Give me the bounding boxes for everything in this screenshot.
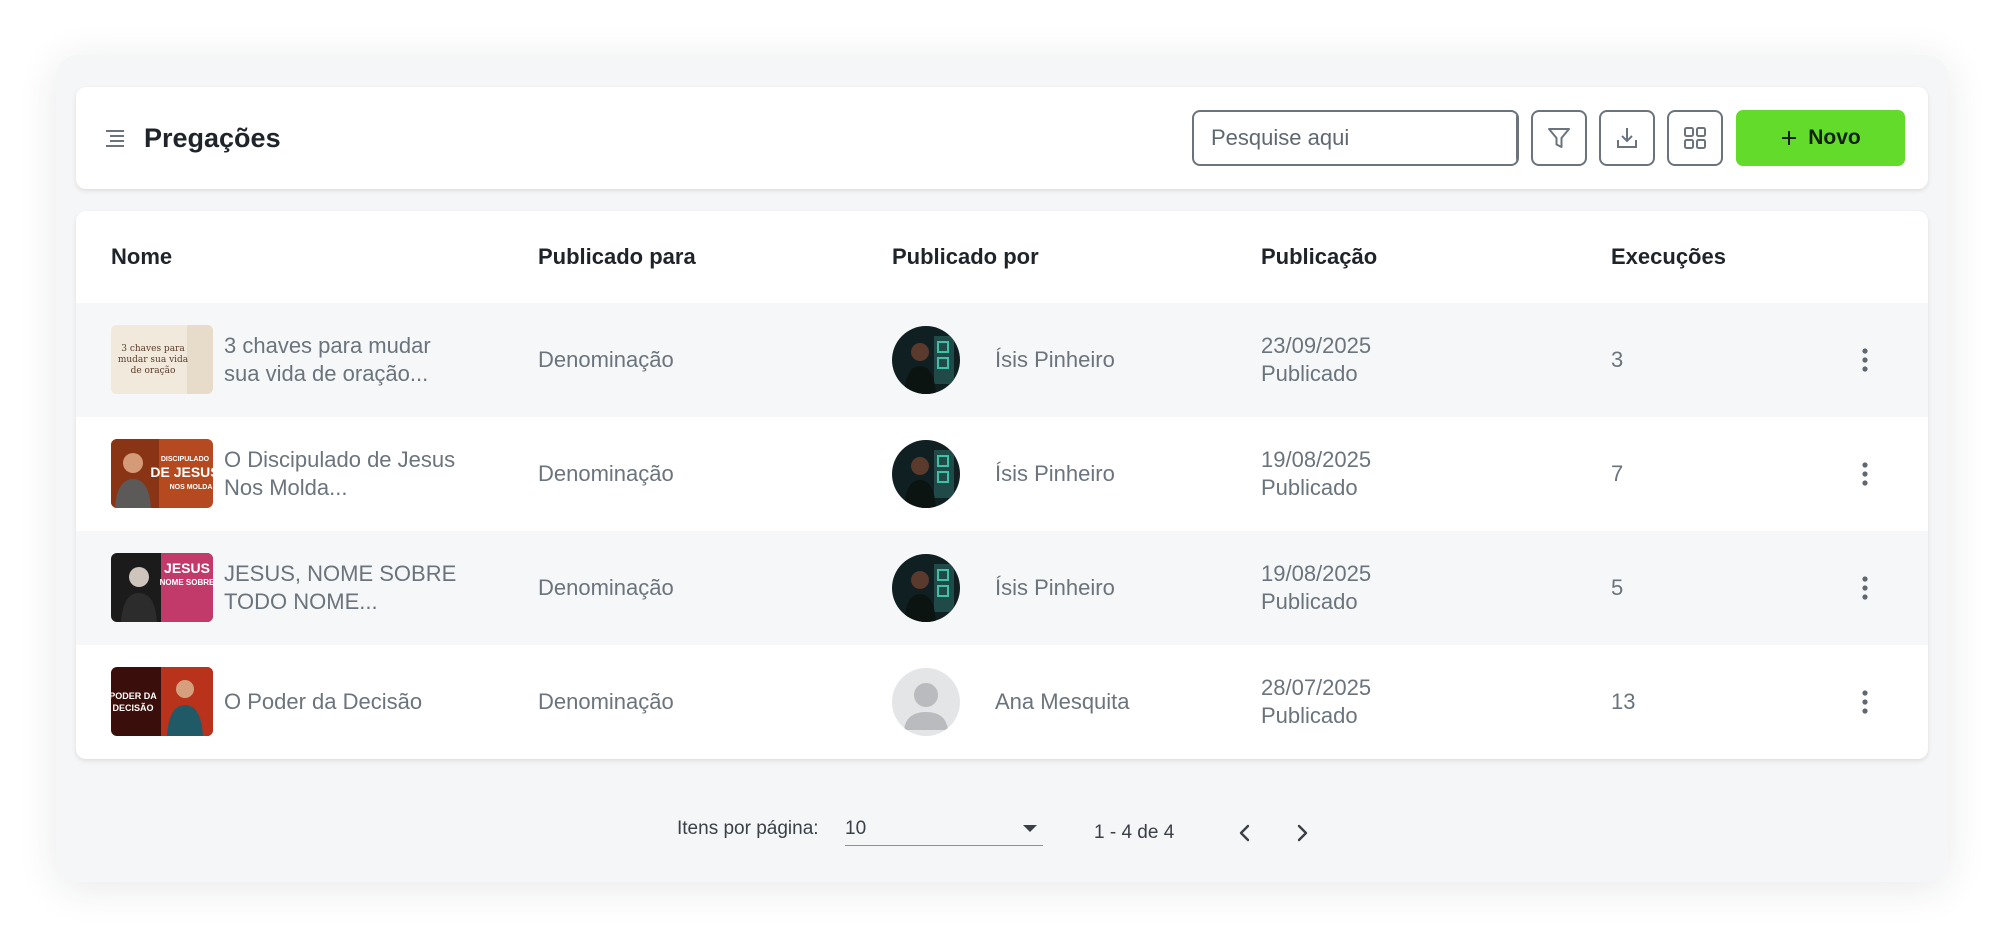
sermon-thumbnail: DISCIPULADO DE JESUS NOS MOLDA — [111, 439, 213, 508]
download-icon — [1617, 128, 1637, 148]
new-button-label: Novo — [1808, 126, 1861, 149]
sermon-thumbnail: PODER DA DECISÃO — [111, 667, 213, 736]
page-frame: Pregações Pesquise aqui Novo Nome Public… — [56, 55, 1948, 882]
publisher-name: Ana Mesquita — [995, 689, 1130, 714]
avatar — [892, 440, 960, 508]
svg-text:NOME SOBRE: NOME SOBRE — [160, 578, 213, 587]
table-row[interactable]: PODER DA DECISÃO O Poder da Decisão Deno… — [76, 645, 1928, 759]
svg-text:NOS MOLDA: NOS MOLDA — [170, 484, 213, 491]
page-title: Pregações — [144, 123, 281, 153]
sermon-thumbnail: 3 chaves para mudar sua vida de oração — [111, 325, 213, 394]
published-to: Denominação — [538, 575, 674, 600]
sermon-name[interactable]: JESUS, NOME SOBRE TODO NOME... — [224, 560, 484, 616]
more-options-icon[interactable] — [1861, 689, 1869, 715]
svg-text:DECISÃO: DECISÃO — [112, 703, 153, 713]
executions-count: 13 — [1611, 689, 1636, 714]
filter-button[interactable] — [1531, 110, 1587, 166]
chevron-down-icon — [1023, 825, 1037, 832]
publication-date: 19/08/2025 — [1261, 447, 1372, 472]
page-header: Pregações Pesquise aqui Novo — [76, 87, 1928, 189]
svg-text:DE JESUS: DE JESUS — [150, 464, 213, 480]
table-header: Nome Publicado para Publicado por Public… — [76, 211, 1928, 303]
table-row[interactable]: 3 chaves para mudar sua vida de oração 3… — [76, 303, 1928, 417]
avatar — [892, 554, 960, 622]
publication-status: Publicado — [1261, 703, 1358, 728]
sermon-name[interactable]: 3 chaves para mudar sua vida de oração..… — [224, 332, 484, 388]
chevron-right-icon[interactable] — [1290, 821, 1314, 845]
avatar-placeholder — [892, 668, 960, 736]
table-row[interactable]: JESUS NOME SOBRE JESUS, NOME SOBRE TODO … — [76, 531, 1928, 645]
column-header-publication[interactable]: Publicação — [1261, 244, 1377, 270]
search-icon — [1518, 126, 1519, 150]
more-options-icon[interactable] — [1861, 461, 1869, 487]
search-button[interactable] — [1516, 112, 1519, 164]
new-button[interactable]: Novo — [1736, 110, 1905, 166]
sermons-table: Nome Publicado para Publicado por Public… — [76, 211, 1928, 759]
search-input[interactable] — [1194, 112, 1516, 164]
chevron-left-icon[interactable] — [1233, 821, 1257, 845]
publication-status: Publicado — [1261, 475, 1358, 500]
filter-icon — [1548, 128, 1570, 148]
avatar — [892, 326, 960, 394]
svg-text:PODER DA: PODER DA — [111, 691, 157, 701]
publication-status: Publicado — [1261, 589, 1358, 614]
executions-count: 3 — [1611, 347, 1624, 372]
publisher-name: Ísis Pinheiro — [995, 575, 1115, 600]
svg-text:de oração: de oração — [131, 365, 176, 376]
publication-date: 28/07/2025 — [1261, 675, 1372, 700]
sermon-name[interactable]: O Discipulado de Jesus Nos Molda... — [224, 446, 484, 502]
grid-icon — [1684, 127, 1706, 149]
executions-count: 7 — [1611, 461, 1624, 486]
svg-text:DISCIPULADO: DISCIPULADO — [161, 456, 210, 463]
svg-text:3 chaves para: 3 chaves para — [121, 344, 185, 354]
publication-date: 23/09/2025 — [1261, 333, 1372, 358]
plus-icon — [1782, 131, 1797, 145]
more-options-icon[interactable] — [1861, 575, 1869, 601]
publisher-name: Ísis Pinheiro — [995, 461, 1115, 486]
column-header-name[interactable]: Nome — [111, 244, 172, 270]
publisher-name: Ísis Pinheiro — [995, 347, 1115, 372]
published-to: Denominação — [538, 461, 674, 486]
items-per-page-label: Itens por página: — [677, 818, 819, 839]
svg-text:mudar sua vida: mudar sua vida — [118, 355, 189, 365]
column-header-published-by[interactable]: Publicado por — [892, 244, 1039, 270]
pagination-range: 1 - 4 de 4 — [1094, 822, 1175, 843]
published-to: Denominação — [538, 347, 674, 372]
published-to: Denominação — [538, 689, 674, 714]
download-button[interactable] — [1599, 110, 1655, 166]
svg-text:JESUS: JESUS — [164, 560, 210, 576]
more-options-icon[interactable] — [1861, 347, 1869, 373]
column-header-published-to[interactable]: Publicado para — [538, 244, 696, 270]
executions-count: 5 — [1611, 575, 1624, 600]
search-box — [1192, 110, 1519, 166]
sermon-name[interactable]: O Poder da Decisão — [224, 688, 484, 716]
publication-date: 19/08/2025 — [1261, 561, 1372, 586]
items-per-page-select[interactable]: 10 — [845, 812, 1043, 846]
sermon-thumbnail: JESUS NOME SOBRE — [111, 553, 213, 622]
grid-view-button[interactable] — [1667, 110, 1723, 166]
menu-lines-icon[interactable] — [104, 127, 126, 149]
table-row[interactable]: DISCIPULADO DE JESUS NOS MOLDA O Discipu… — [76, 417, 1928, 531]
column-header-executions[interactable]: Execuções — [1611, 244, 1726, 270]
publication-status: Publicado — [1261, 361, 1358, 386]
